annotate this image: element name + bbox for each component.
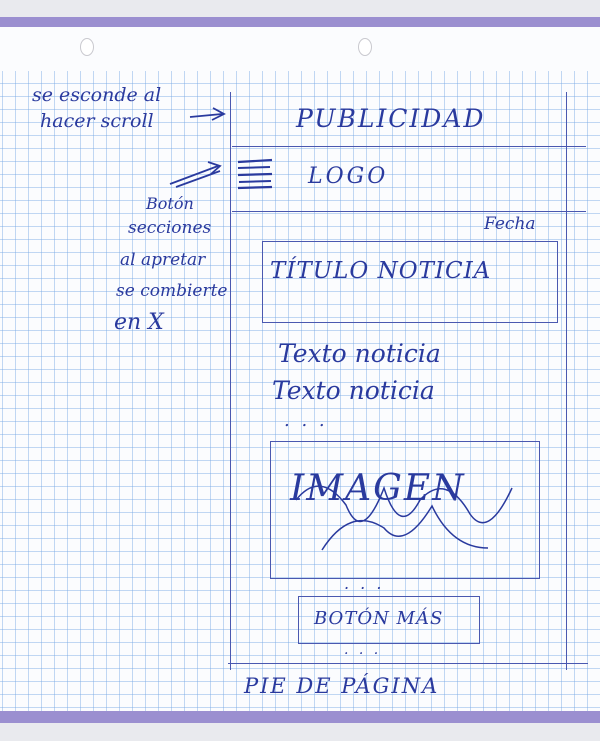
- sketch-strokes: [169, 107, 513, 551]
- sections-note-arrow: [169, 161, 222, 188]
- image-scribble: [295, 485, 513, 551]
- scroll-note-arrow: [189, 107, 226, 121]
